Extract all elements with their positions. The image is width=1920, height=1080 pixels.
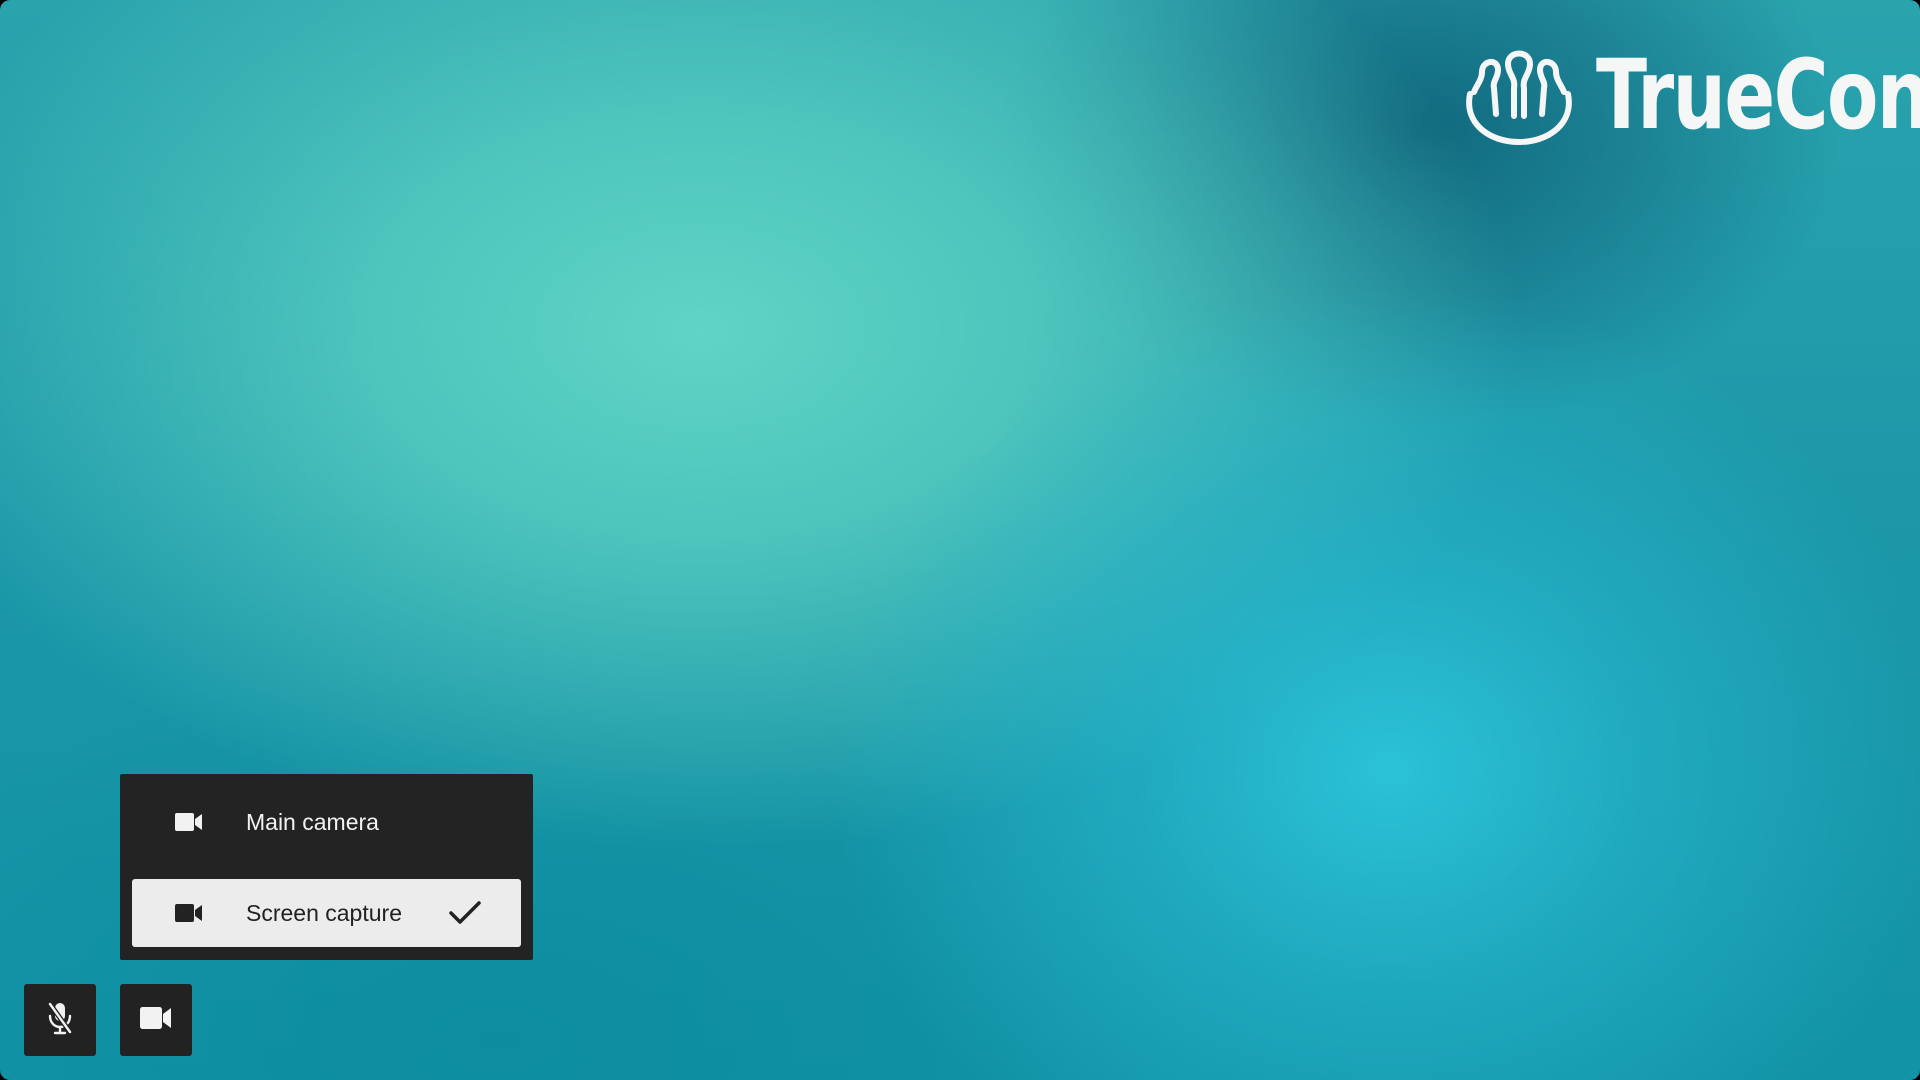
video-camera-icon xyxy=(175,904,203,922)
checkmark-icon xyxy=(449,900,483,926)
menu-item-screen-capture[interactable]: Screen capture xyxy=(132,879,521,947)
video-source-menu: Main camera Screen capture xyxy=(120,774,533,960)
conference-stage: TrueConf Main camera Screen capture xyxy=(0,0,1920,1080)
video-camera-icon xyxy=(175,813,203,831)
microphone-muted-icon xyxy=(47,1001,73,1040)
menu-item-label: Main camera xyxy=(246,808,379,835)
brand-logo: TrueConf xyxy=(1460,44,1920,146)
menu-item-label: Screen capture xyxy=(246,899,402,926)
menu-item-main-camera[interactable]: Main camera xyxy=(132,788,521,856)
camera-toggle-button[interactable] xyxy=(120,984,192,1056)
three-people-icon xyxy=(1460,44,1578,146)
microphone-toggle-button[interactable] xyxy=(24,984,96,1056)
brand-name: TrueConf xyxy=(1596,39,1920,151)
video-camera-icon xyxy=(140,1006,172,1034)
